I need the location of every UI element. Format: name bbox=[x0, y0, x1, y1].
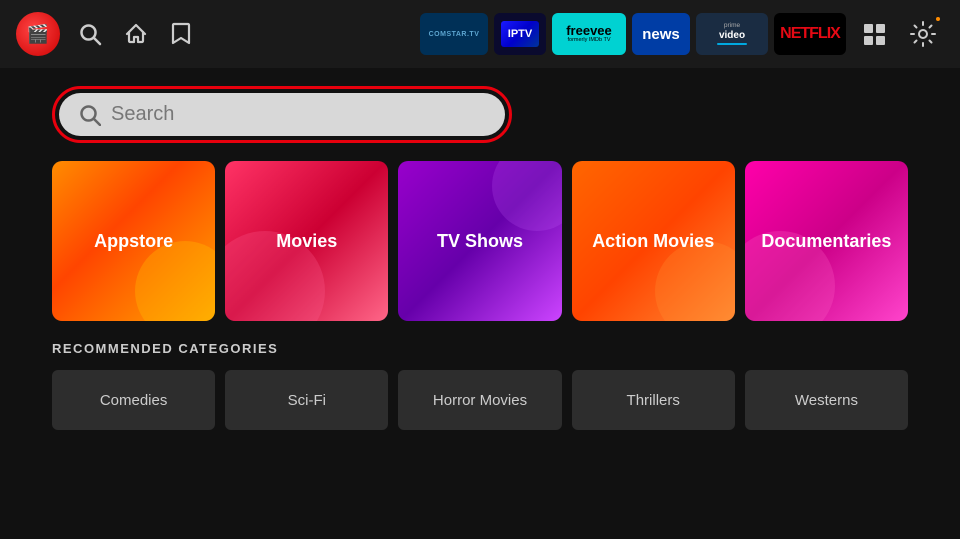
home-nav-icon[interactable] bbox=[120, 18, 152, 50]
search-placeholder: Search bbox=[111, 103, 174, 126]
nav-apps: COMSTAR.TV IPTV freevee formerly IMDb TV… bbox=[420, 13, 944, 55]
gear-notification-dot bbox=[934, 15, 942, 23]
news-label: news bbox=[642, 26, 680, 43]
app-tile-comcast[interactable]: COMSTAR.TV bbox=[420, 13, 488, 55]
tile-tvshows-label: TV Shows bbox=[437, 231, 523, 252]
app-tile-prime[interactable]: prime video bbox=[696, 13, 768, 55]
app-tile-allapps[interactable] bbox=[852, 13, 896, 55]
search-icon bbox=[79, 104, 101, 126]
freevee-label: freevee bbox=[566, 24, 612, 37]
tile-movies[interactable]: Movies bbox=[225, 161, 388, 321]
category-horror[interactable]: Horror Movies bbox=[398, 370, 561, 430]
search-outline: Search bbox=[52, 86, 512, 143]
prime-bottom-label: video bbox=[719, 30, 745, 42]
recommended-section: RECOMMENDED CATEGORIES Comedies Sci-Fi H… bbox=[0, 321, 960, 430]
avatar[interactable]: 🎬 bbox=[16, 12, 60, 56]
search-section: Search bbox=[0, 68, 960, 161]
app-tile-netflix[interactable]: NETFLIX bbox=[774, 13, 846, 55]
category-thrillers-label: Thrillers bbox=[627, 392, 680, 409]
search-nav-icon[interactable] bbox=[74, 18, 106, 50]
category-scifi-label: Sci-Fi bbox=[288, 392, 326, 409]
gear-icon bbox=[909, 20, 937, 48]
category-thrillers[interactable]: Thrillers bbox=[572, 370, 735, 430]
tile-action-movies[interactable]: Action Movies bbox=[572, 161, 735, 321]
category-tiles-section: Appstore Movies TV Shows Action Movies D… bbox=[0, 161, 960, 321]
search-bar[interactable]: Search bbox=[59, 93, 505, 136]
app-tile-iptv[interactable]: IPTV bbox=[494, 13, 546, 55]
category-horror-label: Horror Movies bbox=[433, 392, 527, 409]
category-westerns[interactable]: Westerns bbox=[745, 370, 908, 430]
category-comedies-label: Comedies bbox=[100, 392, 168, 409]
category-comedies[interactable]: Comedies bbox=[52, 370, 215, 430]
settings-button[interactable] bbox=[902, 13, 944, 55]
category-westerns-label: Westerns bbox=[795, 392, 858, 409]
category-scifi[interactable]: Sci-Fi bbox=[225, 370, 388, 430]
tile-documentaries-label: Documentaries bbox=[761, 231, 891, 252]
recommended-title: RECOMMENDED CATEGORIES bbox=[52, 341, 908, 356]
navbar: 🎬 COMSTAR.TV IPTV bbox=[0, 0, 960, 68]
tile-action-label: Action Movies bbox=[592, 231, 714, 252]
tile-movies-label: Movies bbox=[276, 231, 337, 252]
netflix-label: NETFLIX bbox=[780, 25, 840, 43]
app-tile-news[interactable]: news bbox=[632, 13, 690, 55]
bookmark-nav-icon[interactable] bbox=[166, 18, 196, 50]
freevee-sublabel: formerly IMDb TV bbox=[568, 38, 611, 44]
tile-appstore-label: Appstore bbox=[94, 231, 173, 252]
app-tile-freevee[interactable]: freevee formerly IMDb TV bbox=[552, 13, 626, 55]
grid-icon bbox=[864, 24, 885, 45]
recommended-category-list: Comedies Sci-Fi Horror Movies Thrillers … bbox=[52, 370, 908, 430]
tile-tvshows[interactable]: TV Shows bbox=[398, 161, 561, 321]
tile-appstore[interactable]: Appstore bbox=[52, 161, 215, 321]
nav-left-icons: 🎬 bbox=[16, 12, 196, 56]
tile-documentaries[interactable]: Documentaries bbox=[745, 161, 908, 321]
